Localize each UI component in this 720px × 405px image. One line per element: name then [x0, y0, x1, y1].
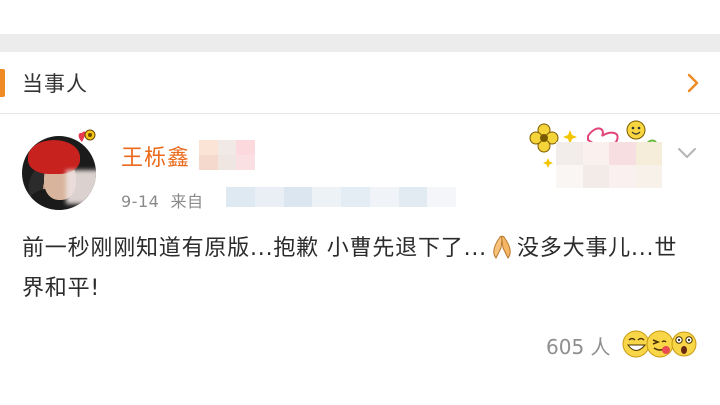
decoration-mosaic	[556, 142, 662, 188]
avatar-mosaic	[66, 170, 96, 204]
laughing-face-icon	[622, 330, 650, 358]
section-gap	[0, 34, 720, 52]
source-mosaic	[226, 187, 456, 207]
post-meta: 9-14 来自	[121, 188, 204, 212]
praying-hands-icon	[493, 235, 511, 259]
username[interactable]: 王栎鑫	[121, 140, 190, 172]
top-strip	[0, 0, 720, 34]
section-accent-bar	[0, 69, 5, 97]
section-title: 当事人	[22, 71, 88, 96]
avatar-pendant-icon	[78, 129, 96, 142]
post-source-prefix: 来自	[170, 192, 204, 211]
surprised-face-icon	[671, 331, 697, 357]
hugging-face-icon	[646, 330, 674, 358]
post-date: 9-14	[121, 192, 160, 211]
reaction-count[interactable]: 605 人	[546, 331, 611, 360]
post-text-part1: 前一秒刚刚知道有原版...抱歉 小曹先退下了...	[22, 236, 487, 261]
chevron-right-icon[interactable]	[686, 72, 700, 94]
divider	[0, 113, 720, 114]
username-mosaic	[199, 140, 273, 170]
chevron-down-icon[interactable]	[676, 146, 698, 160]
reaction-emojis[interactable]	[622, 326, 698, 360]
avatar[interactable]	[22, 136, 96, 210]
post-text: 前一秒刚刚知道有原版...抱歉 小曹先退下了... 没多大事儿...世界和平!	[22, 229, 682, 309]
section-header[interactable]: 当事人	[0, 52, 720, 113]
